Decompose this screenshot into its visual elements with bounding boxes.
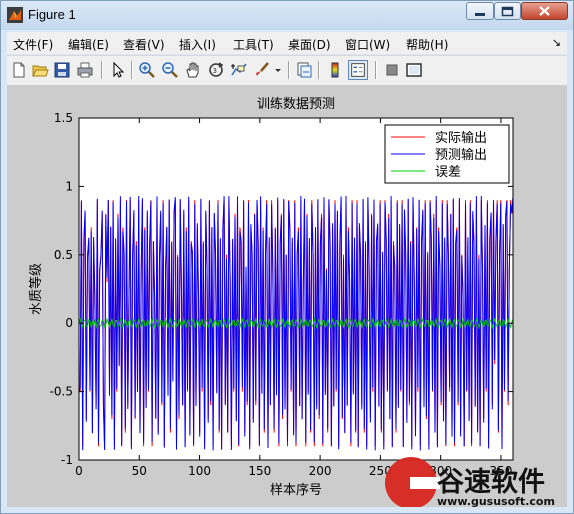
minimize-icon (475, 13, 485, 16)
figure-canvas: 训练数据预测 样本序号 水质等级 0 50 100 150 200 250 300 350 -1 -0.… (7, 85, 567, 509)
pan-icon[interactable] (184, 61, 202, 79)
legend-label: 预测输出 (435, 147, 487, 163)
x-axis-label: 样本序号 (270, 483, 322, 498)
menu-edit[interactable]: 编辑(E) (68, 36, 109, 53)
zoom-in-icon[interactable] (138, 61, 156, 79)
y-tick-label: 1.5 (54, 111, 73, 125)
rotate-3d-icon[interactable]: 3 (207, 61, 225, 79)
menu-view[interactable]: 查看(V) (123, 36, 165, 53)
save-icon[interactable] (53, 61, 71, 79)
x-tick-label: 200 (309, 464, 332, 478)
y-axis-label: 水质等级 (28, 263, 44, 315)
pointer-icon[interactable] (109, 61, 127, 79)
x-tick-label: 0 (75, 464, 83, 478)
watermark-url: www.gususoft.com (437, 495, 555, 507)
legend-label: 误差 (435, 165, 461, 180)
data-cursor-icon[interactable] (230, 61, 248, 79)
watermark-brand: 谷速软件 (437, 467, 545, 498)
x-tick-label: 100 (188, 464, 211, 478)
menu-tools[interactable]: 工具(T) (233, 36, 274, 53)
colorbar-icon[interactable] (326, 61, 344, 79)
line-chart: 训练数据预测样本序号水质等级0 50 100 150 200 250 300 350-1-0.… (28, 97, 555, 509)
x-tick-label: 50 (132, 464, 147, 478)
hide-plot-tools-icon[interactable] (383, 61, 401, 79)
toolbar-separator (101, 61, 103, 79)
zoom-out-icon[interactable] (161, 61, 179, 79)
close-button[interactable] (521, 2, 568, 20)
window-title: Figure 1 (28, 7, 76, 22)
new-figure-icon[interactable] (10, 61, 28, 79)
y-tick-label: 1 (65, 179, 73, 193)
toolbar-separator (131, 61, 133, 79)
y-tick-label: -1 (61, 453, 73, 467)
toolbar-separator (375, 61, 377, 79)
figure-window: Figure 1 文件(F) 编辑(E) 查看(V) 插入(I) 工具(T) 桌… (0, 0, 574, 514)
menu-desktop[interactable]: 桌面(D) (288, 36, 331, 53)
minimize-button[interactable] (466, 2, 494, 20)
x-tick-label: 150 (248, 464, 271, 478)
menu-insert[interactable]: 插入(I) (179, 36, 216, 53)
title-bar[interactable]: Figure 1 (1, 1, 573, 30)
legend-label: 实际输出 (435, 130, 487, 146)
menu-file[interactable]: 文件(F) (13, 36, 53, 53)
maximize-button[interactable] (494, 2, 521, 20)
menu-window[interactable]: 窗口(W) (345, 36, 390, 53)
y-tick-label: 0 (65, 316, 73, 330)
y-tick-label: -0.5 (50, 385, 73, 399)
open-file-icon[interactable] (31, 61, 49, 79)
y-tick-label: 0.5 (54, 248, 73, 262)
menu-bar: 文件(F) 编辑(E) 查看(V) 插入(I) 工具(T) 桌面(D) 窗口(W… (7, 32, 567, 54)
show-plot-tools-icon[interactable] (405, 61, 423, 79)
close-icon (539, 6, 550, 16)
toolbar-separator (318, 61, 320, 79)
dock-arrow-icon[interactable]: ↘ (552, 36, 561, 49)
maximize-icon (501, 6, 514, 17)
link-plot-icon[interactable] (295, 61, 313, 79)
legend-icon[interactable] (348, 60, 368, 80)
svg-text:3: 3 (213, 67, 217, 75)
watermark-logo-icon (410, 477, 440, 489)
chart-title: 训练数据预测 (257, 97, 335, 112)
figure-toolbar: 3 (7, 55, 567, 85)
print-icon[interactable] (76, 61, 94, 79)
menu-help[interactable]: 帮助(H) (406, 36, 448, 53)
toolbar-separator (288, 61, 290, 79)
brush-icon[interactable] (253, 61, 271, 79)
chevron-down-icon[interactable] (273, 61, 283, 79)
matlab-logo-icon (7, 7, 23, 23)
